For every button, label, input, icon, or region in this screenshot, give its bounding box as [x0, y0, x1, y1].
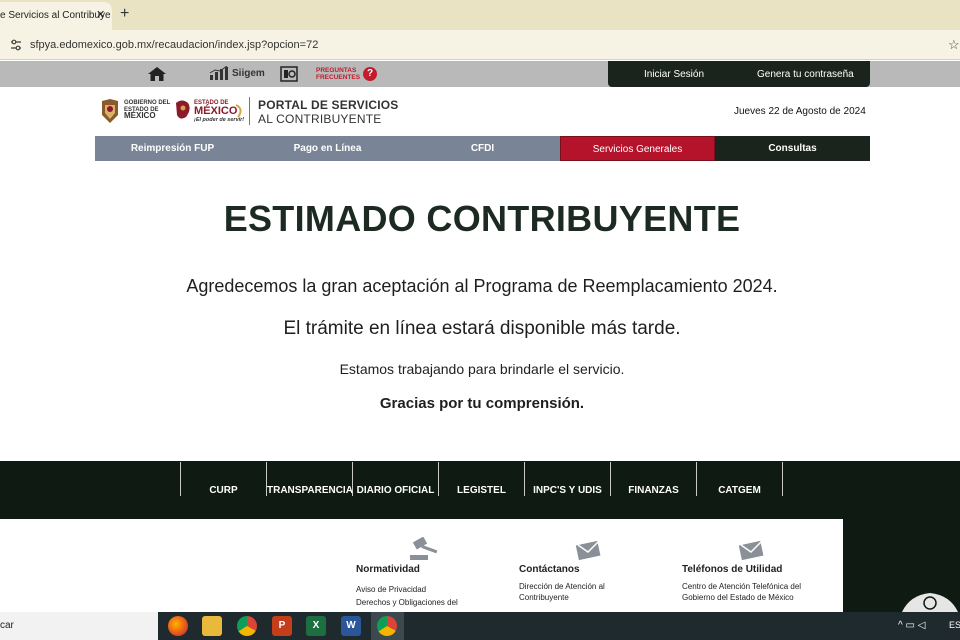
chrome-active-icon[interactable] — [377, 616, 397, 636]
footer-link-inpcs-udis[interactable]: INPC'S Y UDIS — [525, 485, 610, 496]
login-button[interactable]: Iniciar Sesión — [644, 69, 704, 80]
mail-icon — [738, 540, 764, 561]
menu-consultas[interactable]: Consultas — [715, 136, 870, 161]
faq-label-line2: FRECUENTES — [316, 74, 361, 81]
message-line-3: Estamos trabajando para brindarle el ser… — [339, 361, 625, 377]
faq-link[interactable]: PREGUNTAS FRECUENTES — [316, 67, 360, 81]
home-icon[interactable] — [147, 66, 167, 82]
chevron-up-icon[interactable]: ^ — [898, 620, 903, 631]
bookmark-star-icon[interactable]: ☆ — [948, 37, 960, 53]
menu-cfdi[interactable]: CFDI — [405, 136, 560, 161]
word-icon[interactable]: W — [341, 616, 361, 636]
derechos-obligaciones-link[interactable]: Derechos y Obligaciones del — [356, 597, 458, 609]
chrome-icon[interactable] — [237, 616, 257, 636]
file-explorer-icon[interactable] — [202, 616, 222, 636]
estado-text: ESTADO DE MÉXICO ¡El poder de servir! — [194, 100, 244, 123]
message-line-4: Gracias por tu comprensión. — [379, 395, 585, 412]
footer-link-diario-oficial[interactable]: DIARIO OFICIAL — [353, 485, 438, 496]
question-icon[interactable]: ? — [363, 67, 377, 81]
siigem-label: Siigem — [232, 67, 265, 79]
gob-line3: MÉXICO — [124, 111, 156, 120]
taskbar-search-box[interactable] — [0, 612, 158, 640]
network-icon[interactable]: ▭ — [905, 620, 914, 631]
header-divider — [249, 97, 250, 125]
gavel-icon — [410, 537, 438, 560]
menu-servicios-generales[interactable]: Servicios Generales — [560, 136, 715, 161]
browser-tab-title: e Servicios al Contribuye — [0, 10, 111, 21]
page-title: ESTIMADO CONTRIBUYENTE — [223, 198, 741, 239]
taskbar-search-text[interactable]: car — [0, 620, 14, 631]
edo-tagline: ¡El poder de servir! — [194, 117, 245, 123]
footer-link-legistel[interactable]: LEGISTEL — [439, 485, 524, 496]
new-tab-button[interactable]: + — [120, 5, 129, 23]
generate-password-button[interactable]: Genera tu contraseña — [757, 69, 854, 80]
aviso-privacidad-link[interactable]: Aviso de Privacidad — [356, 584, 426, 596]
language-indicator[interactable]: ESP — [949, 620, 960, 630]
telefonos-heading: Teléfonos de Utilidad — [682, 564, 783, 575]
gob-line1: GOBIERNO DEL — [124, 100, 171, 106]
portal-title-line2: AL CONTRIBUYENTE — [258, 112, 382, 126]
mail-icon — [575, 540, 601, 561]
footer-link-finanzas[interactable]: FINANZAS — [611, 485, 696, 496]
volume-icon[interactable]: ◁ — [918, 620, 926, 631]
contactanos-text-2[interactable]: Contribuyente — [519, 592, 569, 604]
document-icon[interactable] — [280, 66, 298, 82]
menu-reimpresion-fup[interactable]: Reimpresión FUP — [95, 136, 250, 161]
menu-pago-en-linea[interactable]: Pago en Línea — [250, 136, 405, 161]
system-tray-icons[interactable]: ^ ▭ ◁ — [898, 620, 925, 631]
browser-tab-strip — [0, 0, 960, 30]
site-info-icon[interactable] — [9, 38, 23, 52]
excel-icon[interactable]: X — [306, 616, 326, 636]
url-text[interactable]: sfpya.edomexico.gob.mx/recaudacion/index… — [30, 39, 318, 51]
firefox-icon[interactable] — [168, 616, 188, 636]
faq-label-line1: PREGUNTAS — [316, 67, 357, 74]
contactanos-heading: Contáctanos — [519, 564, 580, 575]
siigem-link[interactable]: Siigem — [209, 65, 265, 80]
message-line-1: Agredecemos la gran aceptación al Progra… — [186, 276, 778, 296]
powerpoint-icon[interactable]: P — [272, 616, 292, 636]
footer-link-catgem[interactable]: CATGEM — [697, 485, 782, 496]
gobierno-text: GOBIERNO DEL ESTADO DE MÉXICO — [124, 100, 170, 120]
state-emblem-icon — [902, 593, 958, 612]
footer-link-curp[interactable]: CURP — [181, 485, 266, 496]
telefonos-text-2[interactable]: Gobierno del Estado de México — [682, 592, 794, 604]
footer-separator — [782, 462, 783, 496]
current-date: Jueves 22 de Agosto de 2024 — [734, 106, 866, 117]
edo-line2: MÉXICO — [194, 105, 238, 117]
tab-close-icon[interactable]: ✕ — [96, 8, 105, 21]
chart-icon — [209, 65, 228, 80]
message-line-2: El trámite en línea estará disponible má… — [283, 318, 681, 339]
normatividad-heading: Normatividad — [356, 564, 420, 575]
footer-link-transparencia[interactable]: TRANSPARENCIA — [267, 485, 353, 496]
portal-title-line1: PORTAL DE SERVICIOS — [258, 98, 399, 112]
